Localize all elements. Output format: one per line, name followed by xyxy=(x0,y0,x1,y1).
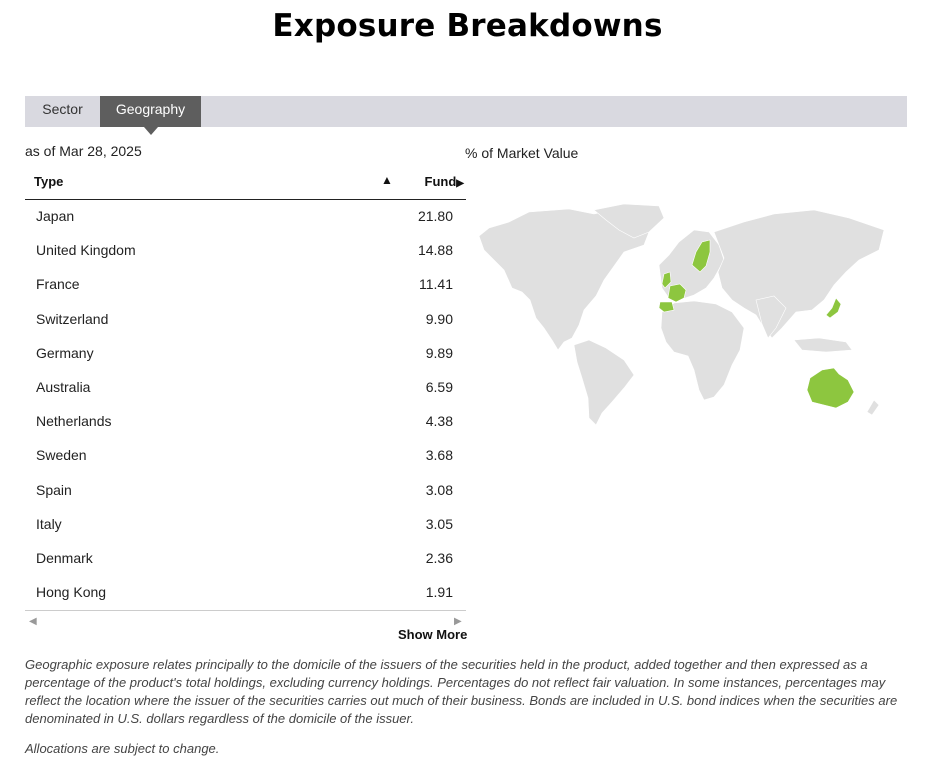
allocations-note: Allocations are subject to change. xyxy=(25,741,220,756)
country-name: Sweden xyxy=(36,447,87,464)
map-japan xyxy=(825,297,842,319)
table-body: Japan 21.80 United Kingdom 14.88 France 11.41… xyxy=(25,200,466,610)
map-africa xyxy=(660,300,745,401)
table-row: Switzerland 9.90 xyxy=(25,303,466,337)
disclaimer-text: Geographic exposure relates principally … xyxy=(25,657,898,726)
table-row: Italy 3.05 xyxy=(25,508,466,542)
fund-percentage: 1.91 xyxy=(425,584,453,601)
fund-percentage: 4.38 xyxy=(425,413,453,430)
map-australia xyxy=(806,367,855,409)
table-row: Sweden 3.68 xyxy=(25,439,466,473)
fund-percentage: 3.08 xyxy=(425,481,453,498)
fund-percentage: 14.88 xyxy=(417,242,453,259)
as-of-date: as of Mar 28, 2025 xyxy=(25,143,142,159)
map-new-zealand xyxy=(866,399,880,416)
fund-arrow-icon: ▶ xyxy=(456,178,464,189)
map-spain xyxy=(658,301,675,313)
table-header: Type ▲ Fund▶ xyxy=(25,166,466,200)
tab-geography[interactable]: Geography xyxy=(100,96,201,135)
map-asia xyxy=(713,209,885,339)
fund-percentage: 21.80 xyxy=(417,208,453,224)
table-row: France 11.41 xyxy=(25,268,466,302)
scroll-right-icon[interactable]: ▶ xyxy=(454,616,462,627)
fund-percentage: 11.41 xyxy=(419,276,453,293)
scroll-left-icon[interactable]: ◀ xyxy=(29,616,37,627)
country-name: United Kingdom xyxy=(36,242,136,259)
country-name: Switzerland xyxy=(36,310,109,327)
tab-geography-label: Geography xyxy=(115,101,186,117)
fund-percentage: 2.36 xyxy=(425,549,453,566)
tab-sector[interactable]: Sector xyxy=(25,96,100,127)
table-row: Spain 3.08 xyxy=(25,474,466,508)
table-row: Japan 21.80 xyxy=(25,200,466,234)
fund-percentage: 6.59 xyxy=(425,378,453,395)
table-row: Hong Kong 1.91 xyxy=(25,576,466,610)
world-map xyxy=(478,203,885,425)
country-name: Netherlands xyxy=(36,413,112,430)
fund-percentage: 3.68 xyxy=(425,447,453,464)
map-europe xyxy=(658,229,725,301)
table-row: United Kingdom 14.88 xyxy=(25,234,466,268)
country-name: Spain xyxy=(36,481,72,498)
column-header-fund[interactable]: Fund▶ xyxy=(425,174,464,189)
map-indonesia xyxy=(793,337,853,353)
table-row: Netherlands 4.38 xyxy=(25,405,466,439)
table-row: Germany 9.89 xyxy=(25,337,466,371)
table-bottom-border xyxy=(25,610,466,611)
column-header-type[interactable]: Type xyxy=(34,174,63,189)
fund-percentage: 9.89 xyxy=(425,344,453,361)
country-name: Australia xyxy=(36,378,91,395)
page-title: Exposure Breakdowns xyxy=(272,8,663,44)
fund-label: Fund xyxy=(424,174,457,189)
table-row: Australia 6.59 xyxy=(25,371,466,405)
country-name: Hong Kong xyxy=(36,584,107,601)
country-name: Japan xyxy=(36,208,75,224)
fund-percentage: 9.90 xyxy=(425,310,453,327)
show-more-button[interactable]: Show More xyxy=(398,627,467,642)
tab-bar: Sector Geography xyxy=(25,96,907,135)
fund-percentage: 3.05 xyxy=(425,515,453,532)
country-name: Denmark xyxy=(36,549,93,566)
exposure-table: Type ▲ Fund▶ Japan 21.80 United Kingdom 14.… xyxy=(25,166,466,610)
sort-ascending-icon[interactable]: ▲ xyxy=(381,173,393,187)
country-name: Italy xyxy=(36,515,62,532)
table-row: Denmark 2.36 xyxy=(25,542,466,576)
active-tab-pointer xyxy=(144,127,158,135)
map-south-america xyxy=(573,339,635,425)
country-name: Germany xyxy=(36,344,94,361)
market-value-label: % of Market Value xyxy=(465,145,579,161)
country-name: France xyxy=(36,276,80,293)
